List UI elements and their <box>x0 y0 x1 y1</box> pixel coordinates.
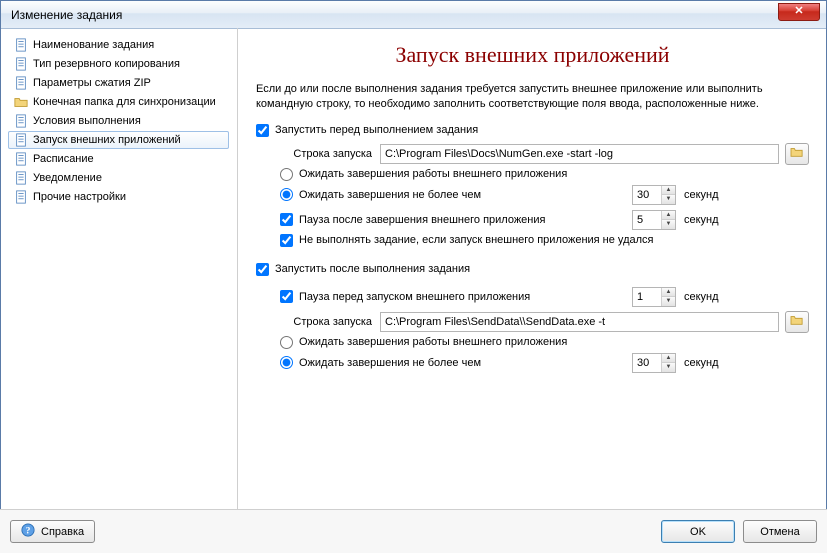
after-wait-finish-label: Ожидать завершения работы внешнего прило… <box>299 336 567 348</box>
document-icon <box>13 151 29 167</box>
sidebar-item-backup-type[interactable]: Тип резервного копирования <box>8 55 229 73</box>
before-pause-after-input[interactable] <box>633 211 661 229</box>
cancel-button[interactable]: Отмена <box>743 520 817 543</box>
help-label: Справка <box>41 526 84 538</box>
after-wait-timed-label: Ожидать завершения не более чем <box>299 357 481 369</box>
after-enable-label: Запустить после выполнения задания <box>275 263 470 275</box>
sidebar-item-label: Условия выполнения <box>33 115 141 127</box>
after-cmd-row: Строка запуска <box>280 311 809 333</box>
before-wait-finish-label: Ожидать завершения работы внешнего прило… <box>299 168 567 180</box>
sidebar-item-schedule[interactable]: Расписание <box>8 150 229 168</box>
before-enable-checkbox[interactable] <box>256 124 269 137</box>
before-cmd-row: Строка запуска <box>280 143 809 165</box>
before-pause-after-spinner[interactable]: ▲▼ <box>632 210 676 230</box>
before-fail-abort-checkbox[interactable] <box>280 234 293 247</box>
after-wait-timed-row: Ожидать завершения не более чем ▲▼ секун… <box>280 352 809 374</box>
after-cmd-label: Строка запуска <box>280 316 380 328</box>
sidebar: Наименование задания Тип резервного копи… <box>0 28 238 509</box>
before-pause-after-label: Пауза после завершения внешнего приложен… <box>299 214 545 226</box>
sidebar-item-label: Конечная папка для синхронизации <box>33 96 216 108</box>
main-panel: Запуск внешних приложений Если до или по… <box>238 28 827 509</box>
before-fail-abort-label: Не выполнять задание, если запуск внешне… <box>299 234 653 246</box>
spinner-arrows[interactable]: ▲▼ <box>661 288 675 306</box>
close-button[interactable]: ✕ <box>778 3 820 21</box>
after-wait-finish-radio[interactable] <box>280 336 293 349</box>
help-button[interactable]: ? Справка <box>10 520 95 543</box>
document-icon <box>13 37 29 53</box>
document-icon <box>13 189 29 205</box>
after-pause-before-spinner[interactable]: ▲▼ <box>632 287 676 307</box>
before-cmd-label: Строка запуска <box>280 148 380 160</box>
sidebar-item-label: Прочие настройки <box>33 191 126 203</box>
titlebar: Изменение задания ✕ <box>1 1 826 29</box>
after-wait-unit: секунд <box>684 357 719 369</box>
page-title: Запуск внешних приложений <box>256 42 809 68</box>
after-wait-seconds-input[interactable] <box>633 354 661 372</box>
folder-open-icon <box>790 146 804 161</box>
before-pause-after-row: Пауза после завершения внешнего приложен… <box>280 209 809 231</box>
sidebar-item-label: Параметры сжатия ZIP <box>33 77 151 89</box>
after-pause-before-input[interactable] <box>633 288 661 306</box>
before-cmd-input[interactable] <box>380 144 779 164</box>
content-area: Наименование задания Тип резервного копи… <box>0 28 827 509</box>
sidebar-item-label: Наименование задания <box>33 39 154 51</box>
window-title: Изменение задания <box>11 8 122 22</box>
before-pause-after-checkbox[interactable] <box>280 213 293 226</box>
sidebar-item-conditions[interactable]: Условия выполнения <box>8 112 229 130</box>
document-icon <box>13 56 29 72</box>
help-icon: ? <box>21 523 35 540</box>
after-pause-before-label: Пауза перед запуском внешнего приложения <box>299 291 530 303</box>
document-icon <box>13 75 29 91</box>
sidebar-item-notification[interactable]: Уведомление <box>8 169 229 187</box>
before-fail-abort-row: Не выполнять задание, если запуск внешне… <box>280 234 809 247</box>
sidebar-item-label: Уведомление <box>33 172 102 184</box>
folder-icon <box>13 94 29 110</box>
after-enable-row: Запустить после выполнения задания <box>256 263 809 276</box>
sidebar-item-name[interactable]: Наименование задания <box>8 36 229 54</box>
before-wait-finish-row: Ожидать завершения работы внешнего прило… <box>280 168 809 181</box>
after-wait-timed-radio[interactable] <box>280 356 293 369</box>
after-pause-before-unit: секунд <box>684 291 719 303</box>
before-pause-after-unit: секунд <box>684 214 719 226</box>
after-wait-seconds-spinner[interactable]: ▲▼ <box>632 353 676 373</box>
after-pause-before-checkbox[interactable] <box>280 290 293 303</box>
after-wait-finish-row: Ожидать завершения работы внешнего прило… <box>280 336 809 349</box>
document-icon <box>13 113 29 129</box>
bottom-bar: ? Справка OK Отмена <box>0 509 827 553</box>
before-enable-label: Запустить перед выполнением задания <box>275 124 478 136</box>
sidebar-item-zip[interactable]: Параметры сжатия ZIP <box>8 74 229 92</box>
after-cmd-input[interactable] <box>380 312 779 332</box>
spinner-arrows[interactable]: ▲▼ <box>661 354 675 372</box>
document-icon <box>13 170 29 186</box>
before-wait-finish-radio[interactable] <box>280 168 293 181</box>
before-enable-row: Запустить перед выполнением задания <box>256 124 809 137</box>
before-browse-button[interactable] <box>785 143 809 165</box>
after-browse-button[interactable] <box>785 311 809 333</box>
before-wait-seconds-input[interactable] <box>633 186 661 204</box>
svg-text:?: ? <box>26 526 31 537</box>
sidebar-item-label: Расписание <box>33 153 94 165</box>
spinner-arrows[interactable]: ▲▼ <box>661 211 675 229</box>
folder-open-icon <box>790 314 804 329</box>
before-wait-seconds-spinner[interactable]: ▲▼ <box>632 185 676 205</box>
ok-button[interactable]: OK <box>661 520 735 543</box>
after-enable-checkbox[interactable] <box>256 263 269 276</box>
document-icon <box>13 132 29 148</box>
before-wait-unit: секунд <box>684 189 719 201</box>
sidebar-item-external-apps[interactable]: Запуск внешних приложений <box>8 131 229 149</box>
before-wait-timed-label: Ожидать завершения не более чем <box>299 189 481 201</box>
sidebar-item-sync-folder[interactable]: Конечная папка для синхронизации <box>8 93 229 111</box>
before-wait-timed-radio[interactable] <box>280 188 293 201</box>
sidebar-item-label: Запуск внешних приложений <box>33 134 181 146</box>
after-pause-before-row: Пауза перед запуском внешнего приложения… <box>280 286 809 308</box>
spinner-arrows[interactable]: ▲▼ <box>661 186 675 204</box>
sidebar-item-other[interactable]: Прочие настройки <box>8 188 229 206</box>
before-wait-timed-row: Ожидать завершения не более чем ▲▼ секун… <box>280 184 809 206</box>
intro-text: Если до или после выполнения задания тре… <box>256 82 809 112</box>
sidebar-item-label: Тип резервного копирования <box>33 58 180 70</box>
